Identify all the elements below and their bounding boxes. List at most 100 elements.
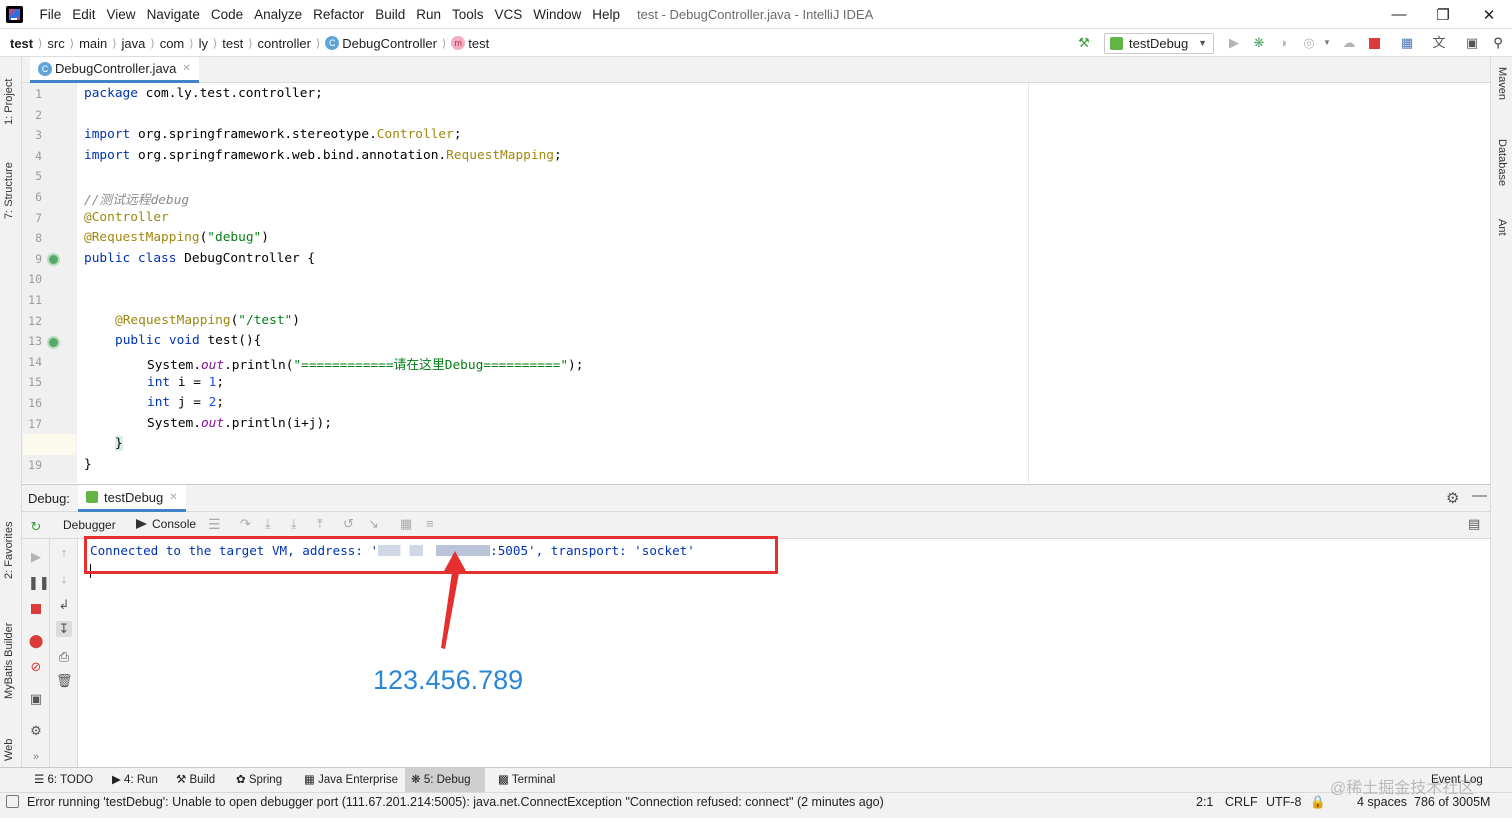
restore-icon[interactable]: ❐: [1420, 0, 1466, 29]
restore-layout-icon[interactable]: ▤: [1468, 516, 1480, 532]
spring-mapping-icon[interactable]: [47, 336, 60, 349]
editor-tab[interactable]: C DebugController.java ✕: [30, 57, 199, 83]
tab-todo[interactable]: ☰ 6: TODO: [28, 768, 99, 793]
debug-bug-icon[interactable]: ❋: [1251, 35, 1267, 51]
stop-icon[interactable]: [1366, 35, 1382, 51]
code-token: DebugController {: [176, 251, 316, 266]
trace-icon[interactable]: ≡: [426, 516, 434, 531]
code-annotation: @Controller: [84, 210, 169, 225]
tab-database[interactable]: Database: [1496, 139, 1508, 209]
hide-panel-icon[interactable]: —: [1472, 487, 1487, 504]
code-token: "/test": [238, 313, 293, 328]
annotation-arrow: [441, 551, 467, 649]
tab-maven[interactable]: Maven: [1496, 67, 1508, 117]
close-session-icon[interactable]: ✕: [169, 492, 177, 503]
menu-navigate[interactable]: Navigate: [141, 0, 205, 29]
debug-settings-icon[interactable]: ⚙: [28, 723, 44, 739]
line-number: 16: [28, 396, 42, 410]
tab-java-enterprise[interactable]: ▦ Java Enterprise: [298, 768, 404, 793]
down-arrow-icon[interactable]: ↓: [56, 571, 72, 587]
more-icon[interactable]: »: [28, 749, 44, 765]
camera-icon[interactable]: ▣: [28, 691, 44, 707]
close-tab-icon[interactable]: ✕: [182, 56, 190, 81]
step-out-icon[interactable]: ⤒: [317, 516, 323, 532]
menu-vcs[interactable]: VCS: [489, 0, 528, 29]
menu-run[interactable]: Run: [411, 0, 447, 29]
lock-icon[interactable]: 🔒: [1310, 793, 1326, 812]
tab-debugger[interactable]: Debugger: [63, 518, 116, 532]
print-icon[interactable]: ⎙: [56, 649, 72, 665]
console-output[interactable]: Connected to the target VM, address: ':5…: [78, 536, 1490, 767]
up-arrow-icon[interactable]: ↑: [56, 545, 72, 561]
translate-icon[interactable]: 文: [1431, 35, 1447, 51]
evaluate-icon[interactable]: ▦: [400, 516, 412, 532]
resume-icon[interactable]: ▶: [28, 549, 44, 565]
close-window-icon[interactable]: ✕: [1466, 0, 1512, 29]
tab-build[interactable]: ⚒ Build: [170, 768, 221, 793]
menu-edit[interactable]: Edit: [67, 0, 101, 29]
menu-code[interactable]: Code: [205, 0, 248, 29]
tab-debug[interactable]: ❋ 5: Debug: [405, 768, 485, 793]
tab-project[interactable]: 1: Project: [3, 65, 15, 125]
profile-dropdown-icon[interactable]: ▼: [1319, 35, 1335, 51]
attach-icon[interactable]: ☁: [1341, 35, 1357, 51]
code-token: System.: [147, 416, 201, 431]
line-number: 17: [28, 417, 42, 431]
tab-todo-label: 6: TODO: [47, 774, 94, 786]
run-icon[interactable]: ▶: [1226, 35, 1242, 51]
tab-terminal[interactable]: ▩ Terminal: [492, 768, 561, 793]
status-toggle-icon[interactable]: [6, 795, 19, 808]
coverage-icon[interactable]: ◑: [1275, 35, 1291, 51]
drop-frame-icon[interactable]: ↺: [343, 516, 354, 532]
profile-icon[interactable]: ◎: [1301, 35, 1317, 51]
view-breakpoints-icon[interactable]: ⬤: [28, 633, 44, 649]
status-message[interactable]: Error running 'testDebug': Unable to ope…: [27, 793, 884, 812]
menu-view[interactable]: View: [101, 0, 141, 29]
cursor-position[interactable]: 2:1: [1196, 793, 1213, 812]
tab-ant[interactable]: Ant: [1496, 219, 1508, 259]
run-to-cursor-icon[interactable]: ↘: [368, 516, 379, 532]
menu-file[interactable]: File: [34, 0, 67, 29]
rerun-icon[interactable]: ↻: [28, 519, 44, 535]
menu-help[interactable]: Help: [587, 0, 626, 29]
line-number: 9: [35, 252, 42, 266]
debug-session-tab[interactable]: testDebug ✕: [78, 485, 186, 512]
scroll-to-end-icon[interactable]: ↧: [56, 621, 72, 637]
menu-build[interactable]: Build: [370, 0, 411, 29]
search-icon[interactable]: ⚲: [1490, 35, 1506, 51]
file-encoding[interactable]: UTF-8: [1266, 793, 1301, 812]
step-over-icon[interactable]: ⤓: [265, 516, 271, 532]
settings-gear-icon[interactable]: ⚙: [1446, 489, 1459, 507]
menu-tools[interactable]: Tools: [447, 0, 490, 29]
tab-run[interactable]: ▶ 4: Run: [106, 768, 164, 793]
code-editor[interactable]: package com.ly.test.controller; import o…: [76, 83, 1490, 483]
code-token: import: [84, 148, 131, 163]
show-execution-point-icon[interactable]: ↷: [240, 516, 251, 532]
tab-console[interactable]: Console: [130, 512, 203, 539]
debug-tool-header: Debug: testDebug ✕ ⚙ —: [22, 484, 1490, 512]
tab-spring[interactable]: ✿ Spring: [230, 768, 288, 793]
stop-debug-icon[interactable]: [28, 601, 44, 617]
tab-structure[interactable]: 7: Structure: [3, 149, 15, 219]
pause-icon[interactable]: ❚❚: [28, 575, 50, 591]
tab-web[interactable]: Web: [3, 721, 15, 761]
menu-analyze[interactable]: Analyze: [249, 0, 308, 29]
line-number: 8: [35, 231, 42, 245]
line-separator[interactable]: CRLF: [1225, 793, 1258, 812]
project-structure-icon[interactable]: ▦: [1399, 35, 1415, 51]
tab-mybatis-builder[interactable]: MyBatis Builder: [3, 609, 15, 699]
code-token: i =: [170, 375, 209, 390]
step-into-icon[interactable]: ⤓: [291, 516, 297, 532]
menu-window[interactable]: Window: [528, 0, 587, 29]
soft-wrap-icon[interactable]: ↲: [56, 597, 72, 613]
minimize-icon[interactable]: —: [1376, 0, 1422, 29]
menu-bar: File Edit View Navigate Code Analyze Ref…: [34, 0, 626, 29]
code-token: ): [261, 230, 269, 245]
layout-icon[interactable]: ▣: [1464, 35, 1480, 51]
clear-trash-icon[interactable]: 🗑: [56, 673, 73, 689]
spring-bean-icon[interactable]: [47, 253, 60, 266]
frames-icon[interactable]: ☰: [208, 516, 221, 533]
mute-breakpoints-icon[interactable]: ⊘: [28, 659, 44, 675]
menu-refactor[interactable]: Refactor: [308, 0, 370, 29]
tab-favorites[interactable]: 2: Favorites: [3, 515, 15, 579]
